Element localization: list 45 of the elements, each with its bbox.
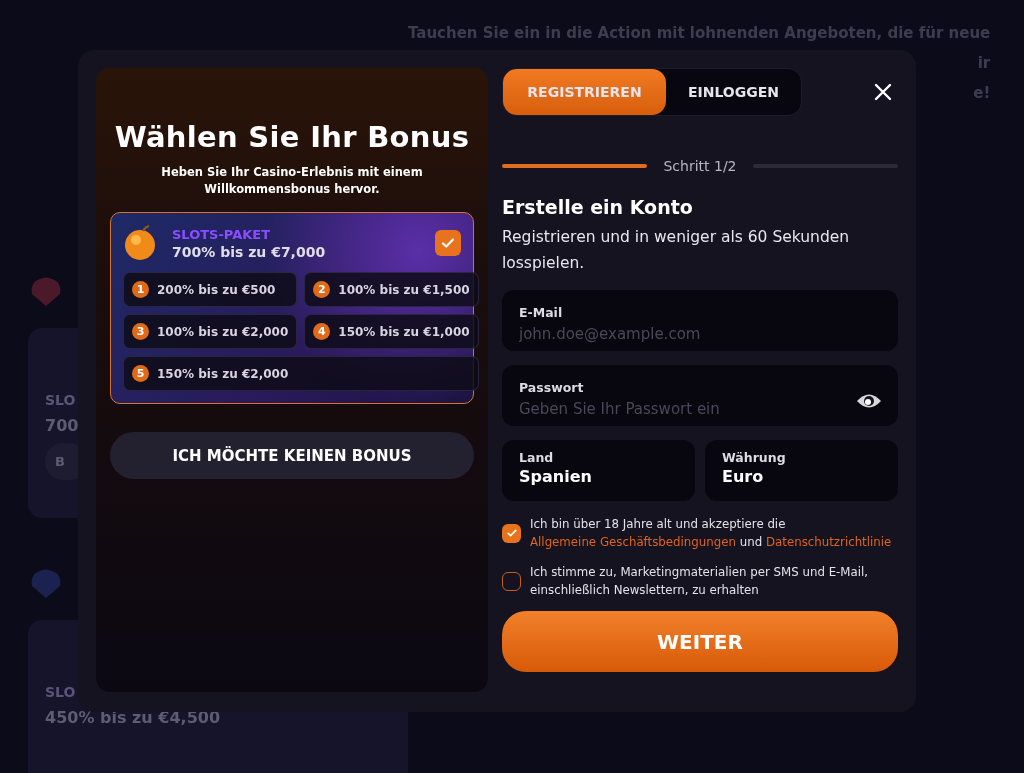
text-input[interactable]: Geben Sie Ihr Passwort ein — [519, 397, 856, 421]
offer-title: SLO — [45, 684, 76, 700]
select-value: Euro — [722, 467, 764, 486]
field-label: Land — [519, 450, 554, 465]
terms-link[interactable]: Allgemeine Geschäftsbedingungen — [530, 535, 736, 549]
tier-text: 150% bis zu €1,000 — [338, 324, 470, 339]
package-name: SLOTS-PAKET — [172, 226, 271, 242]
tab[interactable]: EINLOGGEN — [666, 69, 801, 115]
offer-amount: 700 — [45, 416, 79, 435]
tier-number: 4 — [313, 323, 331, 340]
no-bonus-button[interactable]: ICH MÖCHTE KEINEN BONUS — [110, 432, 474, 479]
tier-number: 3 — [132, 323, 149, 340]
tier-number: 5 — [132, 365, 149, 382]
offer-title: SLO — [45, 392, 76, 408]
tier-text: 150% bis zu €2,000 — [157, 366, 289, 381]
tier-text: 200% bis zu €500 — [157, 282, 276, 297]
tier-text: 100% bis zu €1,500 — [338, 282, 470, 297]
field-label: Währung — [722, 450, 786, 465]
bonus-subtitle: Heben Sie Ihr Casino-Erlebnis mit einem Willkommensbonus hervor. — [160, 164, 424, 198]
field-label: Passwort — [519, 380, 584, 395]
terms-link[interactable]: Datenschutzrichtlinie — [765, 535, 892, 549]
checkmark-icon — [440, 235, 456, 251]
text-input[interactable]: john.doe@example.com — [519, 322, 882, 346]
select-field[interactable]: Währung Euro — [705, 440, 898, 501]
consent-checkbox[interactable] — [502, 523, 521, 543]
close-button[interactable] — [872, 81, 894, 103]
consent-text: Ich stimme zu, Marketingmaterialien per SMS und E-Mail, einschließlich Newslettern, zu erhalten — [530, 564, 870, 599]
bonus-title: Wählen Sie Ihr Bonus — [114, 120, 470, 154]
field-label: E-Mail — [519, 305, 563, 320]
tier-number: 1 — [132, 281, 149, 298]
step-label: Schritt 1/2 — [663, 158, 737, 174]
email-field[interactable]: E-Mail john.doe@example.com — [502, 290, 898, 351]
tier-text: 100% bis zu €2,000 — [157, 324, 289, 339]
form-intro: Registrieren und in weniger als 60 Sekunden losspielen. — [502, 227, 851, 274]
consent-checkbox[interactable] — [502, 571, 521, 591]
package-checkbox[interactable] — [435, 230, 461, 256]
checkmark-icon — [505, 527, 518, 539]
form-heading: Erstelle ein Konto — [502, 196, 694, 218]
package-amount: 700% bis zu €7,000 — [172, 243, 326, 260]
close-icon — [872, 81, 894, 103]
password-field[interactable]: Passwort Geben Sie Ihr Passwort ein — [502, 365, 898, 426]
select-field[interactable]: Land Spanien — [502, 440, 695, 501]
tier-number: 2 — [313, 281, 331, 298]
consent-text: Ich bin über 18 Jahre alt und akzeptiere die Allgemeine Geschäftsbedingungen und Datenschutzrichtlinie — [530, 516, 893, 551]
select-value: Spanien — [519, 467, 592, 486]
